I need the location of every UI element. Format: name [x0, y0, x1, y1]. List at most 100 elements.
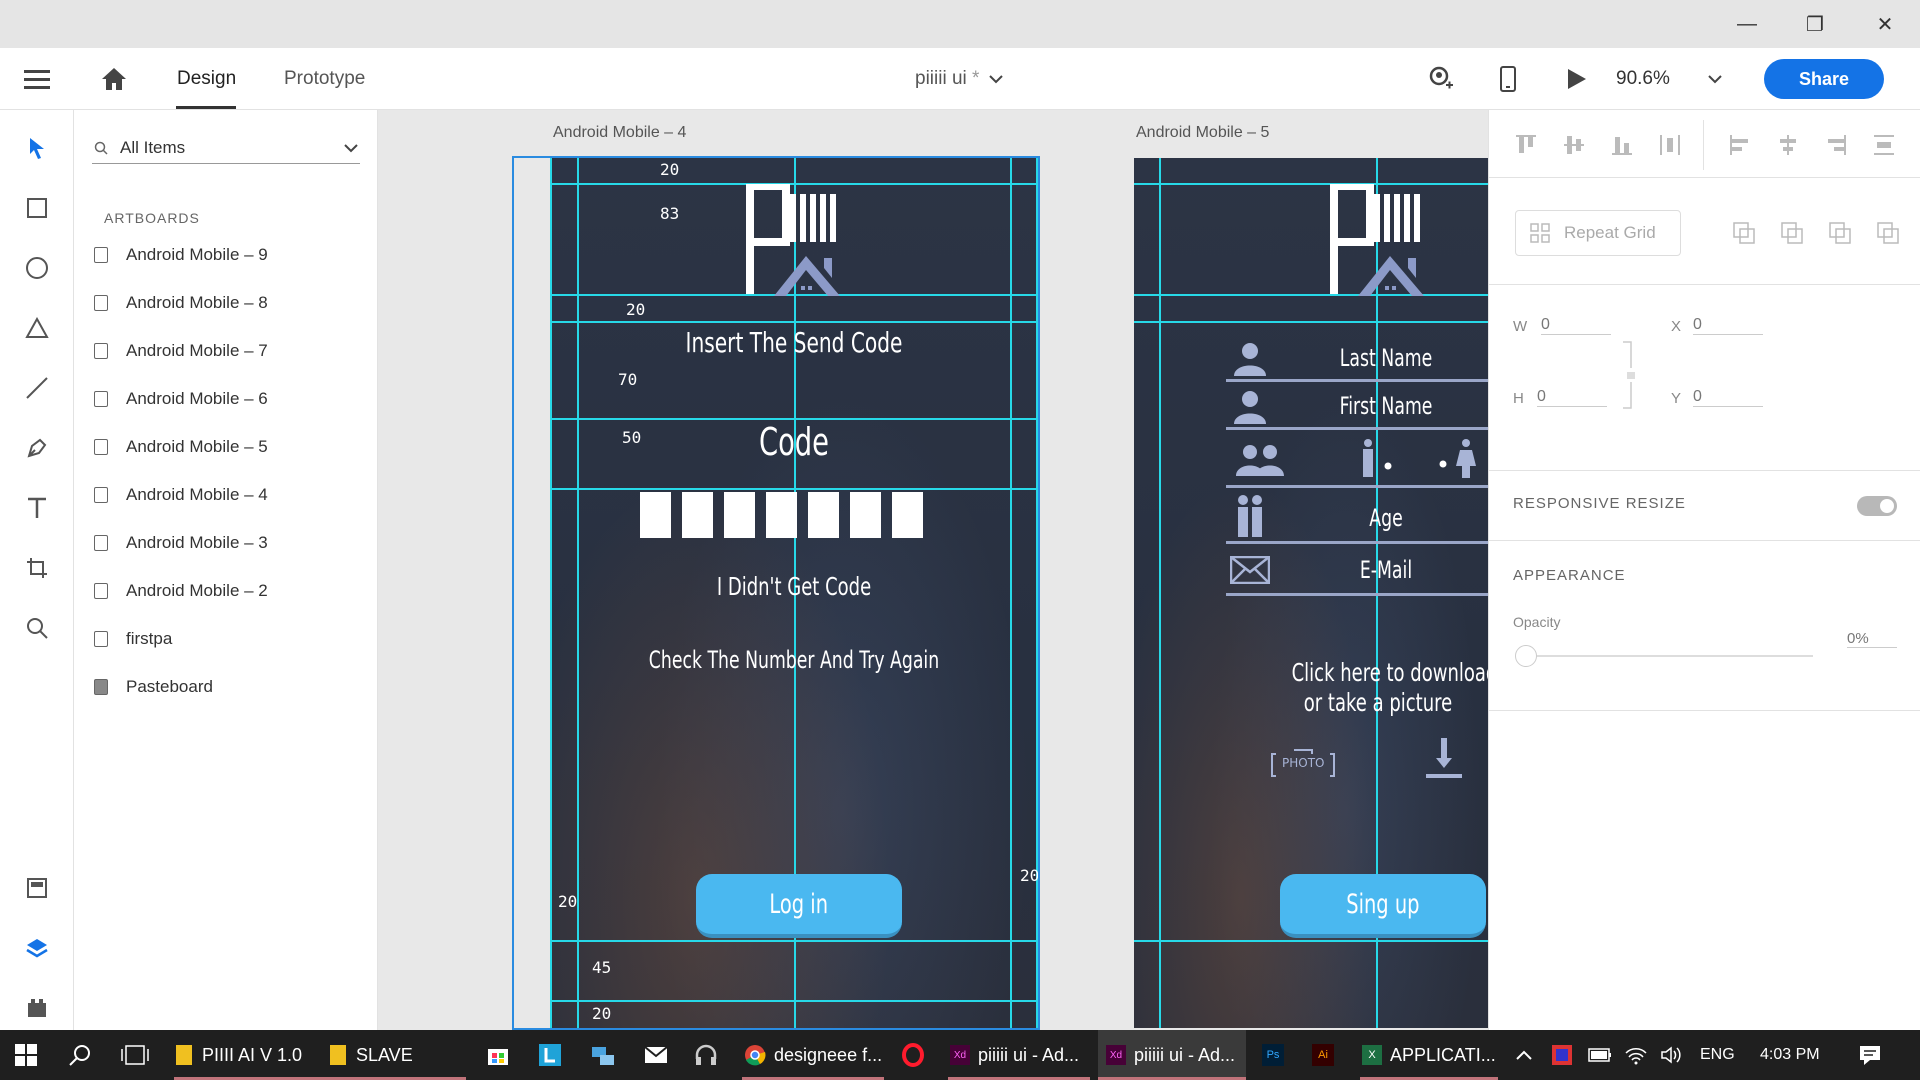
artboard-list-item[interactable]: Android Mobile – 5: [92, 432, 268, 462]
ellipse-tool[interactable]: [17, 248, 57, 288]
rectangle-tool[interactable]: [17, 188, 57, 228]
opacity-input[interactable]: 0%: [1847, 630, 1897, 648]
invite-collaborator-button[interactable]: [1426, 48, 1454, 110]
login-button[interactable]: Log in: [696, 874, 902, 938]
app-l-button[interactable]: [538, 1030, 562, 1080]
code-digit-box[interactable]: [724, 492, 755, 538]
align-middle-icon[interactable]: [1563, 134, 1585, 156]
artboard-title[interactable]: Android Mobile – 4: [553, 124, 686, 142]
boolean-exclude-icon[interactable]: [1877, 222, 1901, 244]
action-center-button[interactable]: [1858, 1030, 1882, 1080]
no-code-link[interactable]: I Didn't Get Code: [650, 572, 938, 601]
wifi-status[interactable]: [1624, 1030, 1648, 1080]
artboard-list-item[interactable]: Android Mobile – 4: [92, 480, 268, 510]
repeat-grid-button[interactable]: Repeat Grid: [1515, 210, 1681, 256]
signup-button[interactable]: Sing up: [1280, 874, 1486, 938]
artboard-tool[interactable]: [17, 548, 57, 588]
volume-control[interactable]: [1660, 1030, 1684, 1080]
battery-status[interactable]: [1588, 1030, 1612, 1080]
boolean-intersect-icon[interactable]: [1829, 222, 1853, 244]
code-digit-box[interactable]: [640, 492, 671, 538]
zoom-tool[interactable]: [17, 608, 57, 648]
artboard-list-item[interactable]: Android Mobile – 2: [92, 576, 268, 606]
artboard-android-mobile-5[interactable]: Last Name First Name Age E-Mail Click he…: [1134, 158, 1488, 1028]
first-name-field[interactable]: First Name: [1226, 384, 1488, 430]
taskbar-app[interactable]: designeee f...: [744, 1030, 884, 1080]
align-top-icon[interactable]: [1515, 134, 1537, 156]
zoom-dropdown[interactable]: [1708, 48, 1722, 110]
code-digit-box[interactable]: [892, 492, 923, 538]
home-button[interactable]: [100, 48, 128, 110]
select-tool[interactable]: [17, 128, 57, 168]
polygon-tool[interactable]: [17, 308, 57, 348]
width-input[interactable]: 0: [1541, 316, 1611, 335]
store-button[interactable]: [486, 1030, 510, 1080]
responsive-resize-toggle[interactable]: [1857, 496, 1897, 516]
artboard-list-item[interactable]: firstpa: [92, 624, 172, 654]
tab-prototype[interactable]: Prototype: [284, 48, 365, 110]
artboard-list-item[interactable]: Android Mobile – 8: [92, 288, 268, 318]
pasteboard-list-item[interactable]: Pasteboard: [92, 672, 213, 702]
network-app-button[interactable]: [590, 1030, 616, 1080]
text-tool[interactable]: [17, 488, 57, 528]
search-button[interactable]: [68, 1030, 92, 1080]
play-preview-button[interactable]: [1566, 48, 1588, 110]
line-tool[interactable]: [17, 368, 57, 408]
height-input[interactable]: 0: [1537, 388, 1607, 407]
boolean-add-icon[interactable]: [1733, 222, 1757, 244]
photoshop-button[interactable]: Ps: [1262, 1030, 1284, 1080]
clock[interactable]: 4:03 PM: [1760, 1030, 1820, 1080]
y-input[interactable]: 0: [1693, 388, 1763, 407]
mail-button[interactable]: [644, 1030, 668, 1080]
show-hidden-icons-button[interactable]: [1516, 1030, 1532, 1080]
illustrator-button[interactable]: Ai: [1312, 1030, 1334, 1080]
assets-panel-button[interactable]: [17, 868, 57, 908]
artboard-title[interactable]: Android Mobile – 5: [1136, 124, 1269, 142]
opacity-slider-track[interactable]: [1537, 655, 1813, 657]
align-right-icon[interactable]: [1825, 134, 1847, 156]
code-digit-box[interactable]: [850, 492, 881, 538]
restore-button[interactable]: ❐: [1780, 0, 1850, 48]
artboard-android-mobile-4[interactable]: 20 83 20 70 50 20 20 45 20 Insert The Se…: [550, 158, 1038, 1028]
artboard-list-item[interactable]: Android Mobile – 6: [92, 384, 268, 414]
taskbar-app[interactable]: Xd piiiii ui - Ad...: [950, 1030, 1090, 1080]
document-title[interactable]: piiiii ui *: [915, 48, 1004, 110]
zoom-level[interactable]: 90.6%: [1616, 48, 1670, 110]
hamburger-menu-button[interactable]: [24, 48, 50, 110]
taskbar-app[interactable]: PIIII AI V 1.0: [176, 1030, 328, 1080]
minimize-button[interactable]: —: [1712, 0, 1782, 48]
artboard-list-item[interactable]: Android Mobile – 7: [92, 336, 268, 366]
layers-panel-button[interactable]: [17, 928, 57, 968]
design-canvas[interactable]: Android Mobile – 4 20 83 20 70 50 20 20 …: [378, 110, 1488, 1030]
taskbar-app-active[interactable]: Xd piiiii ui - Ad...: [1106, 1030, 1246, 1080]
headphones-app-button[interactable]: [694, 1030, 718, 1080]
opacity-slider-handle[interactable]: [1515, 645, 1537, 667]
take-photo-button[interactable]: PHOTO: [1270, 742, 1336, 780]
code-digit-box[interactable]: [808, 492, 839, 538]
plugins-panel-button[interactable]: [17, 988, 57, 1028]
artboard-list-item[interactable]: Android Mobile – 9: [92, 240, 268, 270]
close-button[interactable]: ✕: [1850, 0, 1920, 48]
gender-field[interactable]: [1226, 432, 1488, 488]
distribute-vertical-icon[interactable]: [1659, 134, 1681, 156]
share-button[interactable]: Share: [1764, 59, 1884, 99]
align-center-icon[interactable]: [1777, 134, 1799, 156]
lock-aspect-icon[interactable]: [1621, 340, 1635, 410]
code-digit-box[interactable]: [682, 492, 713, 538]
taskbar-app[interactable]: SLAVE: [330, 1030, 466, 1080]
pen-tool[interactable]: [17, 428, 57, 468]
x-input[interactable]: 0: [1693, 316, 1763, 335]
device-preview-button[interactable]: [1500, 48, 1516, 110]
artboard-list-item[interactable]: Android Mobile – 3: [92, 528, 268, 558]
download-picture-button[interactable]: [1424, 736, 1464, 780]
distribute-horizontal-icon[interactable]: [1873, 134, 1895, 156]
code-digit-box[interactable]: [766, 492, 797, 538]
tab-design[interactable]: Design: [177, 48, 236, 110]
opera-button[interactable]: [902, 1030, 924, 1080]
layers-filter-dropdown[interactable]: All Items: [92, 132, 360, 164]
email-field[interactable]: E-Mail: [1226, 546, 1488, 596]
age-field[interactable]: Age: [1226, 490, 1488, 544]
tray-app[interactable]: [1550, 1030, 1574, 1080]
last-name-field[interactable]: Last Name: [1226, 336, 1488, 382]
align-bottom-icon[interactable]: [1611, 134, 1633, 156]
